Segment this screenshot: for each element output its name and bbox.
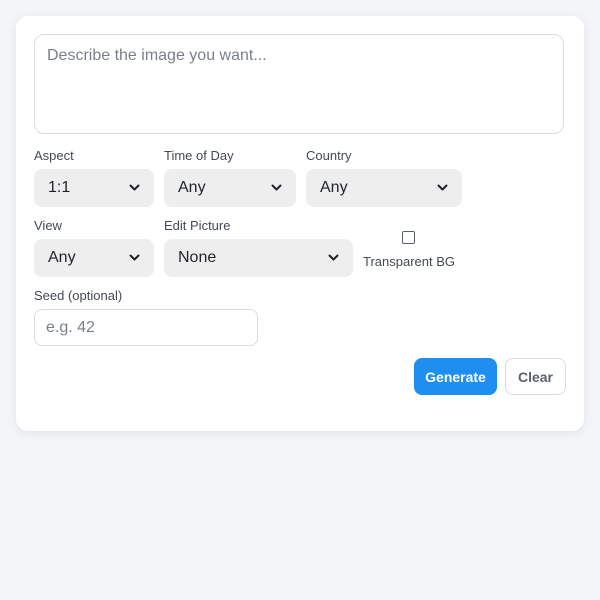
chevron-down-icon bbox=[436, 182, 448, 194]
aspect-label: Aspect bbox=[34, 148, 74, 163]
view-select-value: Any bbox=[48, 249, 76, 266]
seed-label: Seed (optional) bbox=[34, 288, 123, 303]
chevron-down-icon bbox=[128, 252, 140, 264]
prompt-textarea[interactable] bbox=[34, 34, 564, 134]
country-select[interactable]: Any bbox=[306, 169, 462, 207]
chevron-down-icon bbox=[270, 182, 282, 194]
chevron-down-icon bbox=[128, 182, 140, 194]
aspect-select[interactable]: 1:1 bbox=[34, 169, 154, 207]
generator-card: Aspect Time of Day Country 1:1 Any Any V… bbox=[16, 16, 584, 431]
country-select-value: Any bbox=[320, 179, 348, 196]
generate-button[interactable]: Generate bbox=[414, 358, 497, 395]
country-label: Country bbox=[306, 148, 352, 163]
aspect-select-value: 1:1 bbox=[48, 179, 71, 196]
transparent-bg-checkbox[interactable] bbox=[402, 231, 415, 244]
chevron-down-icon bbox=[327, 252, 339, 264]
edit-picture-select[interactable]: None bbox=[164, 239, 353, 277]
view-label: View bbox=[34, 218, 62, 233]
view-select[interactable]: Any bbox=[34, 239, 154, 277]
edit-picture-select-value: None bbox=[178, 249, 217, 266]
edit-picture-label: Edit Picture bbox=[164, 218, 231, 233]
transparent-bg-label: Transparent BG bbox=[363, 254, 456, 269]
time-of-day-label: Time of Day bbox=[164, 148, 234, 163]
seed-input[interactable] bbox=[34, 309, 258, 346]
time-of-day-select-value: Any bbox=[178, 179, 206, 196]
time-of-day-select[interactable]: Any bbox=[164, 169, 296, 207]
clear-button[interactable]: Clear bbox=[505, 358, 566, 395]
